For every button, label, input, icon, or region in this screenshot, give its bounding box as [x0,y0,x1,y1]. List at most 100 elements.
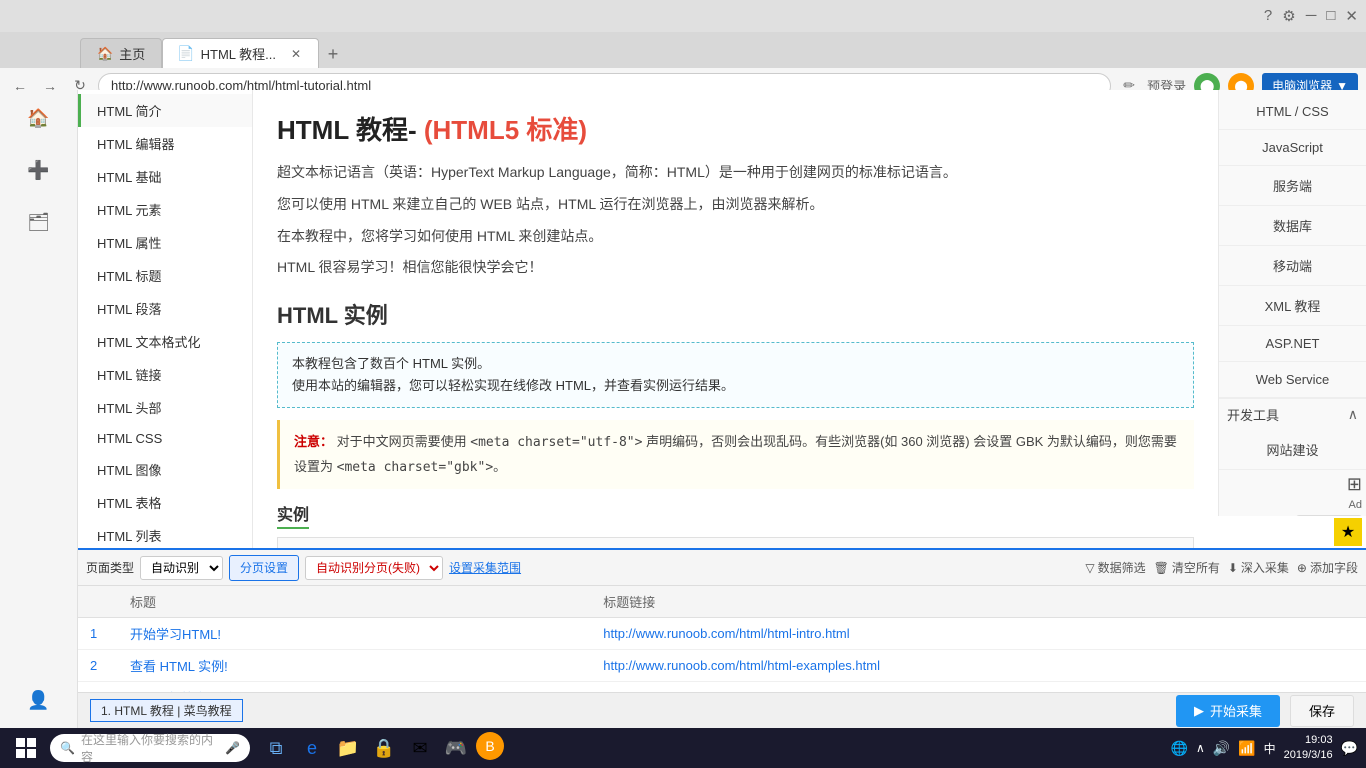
filter-label: 数据筛选 [1098,559,1146,576]
taskbar-app-mail[interactable]: ✉ [404,732,436,764]
notification-icon[interactable]: 💬 [1341,740,1358,757]
taskbar-app-game[interactable]: 🎮 [440,732,472,764]
row-title-1[interactable]: 开始学习HTML! [118,618,591,650]
bottom-panel: 页面类型 自动识别 分页设置 自动识别分页(失败) 设置采集范围 ▽ 数据筛选 … [78,548,1366,728]
expand-icon[interactable]: ∧ [1348,406,1358,423]
tab-active[interactable]: 📄 HTML 教程... ✕ [162,38,319,68]
network-status-icon[interactable]: 📶 [1238,740,1255,757]
nav-item-images[interactable]: HTML 图像 [78,453,252,486]
chevron-up-icon[interactable]: ∧ [1196,741,1205,755]
taskbar: 🔍 在这里输入你要搜索的内容 🎤 ⧉ e 📁 🔒 ✉ 🎮 B 🌐 ∧ 🔊 📶 中… [0,728,1366,768]
footer-tab[interactable]: 1. HTML 教程 | 菜鸟教程 [90,699,243,722]
sidebar-user-icon[interactable]: 👤 [21,682,57,718]
right-nav-server[interactable]: 服务端 [1219,166,1366,206]
desc-para-3: 在本教程中，您将学习如何使用 HTML 来创建站点。 [277,225,1194,249]
sidebar-home-icon[interactable]: 🏠 [21,100,57,136]
col-header-title: 标题 [118,586,591,618]
start-menu-button[interactable] [8,730,44,766]
example-line-1: 本教程包含了数百个 HTML 实例。 [292,353,1179,375]
set-range-link[interactable]: 设置采集范围 [449,559,521,576]
row-link-1[interactable]: http://www.runoob.com/html/html-intro.ht… [591,618,1366,650]
right-nav-devtools[interactable]: 开发工具 [1227,405,1279,424]
star-button[interactable]: ★ [1334,518,1362,546]
filter-button[interactable]: ▽ 数据筛选 [1085,559,1145,576]
footer-bar: 1. HTML 教程 | 菜鸟教程 ▶ 开始采集 保存 [78,692,1366,728]
right-nav-webservice[interactable]: Web Service [1219,362,1366,398]
nav-item-headings[interactable]: HTML 标题 [78,259,252,292]
right-nav-mobile[interactable]: 移动端 [1219,246,1366,286]
taskbar-app-edge[interactable]: e [296,732,328,764]
taskbar-app-browser2[interactable]: B [476,732,504,760]
nav-item-css[interactable]: HTML CSS [78,424,252,453]
network-icon: 🌐 [1171,740,1188,757]
page-settings-button[interactable]: 分页设置 [229,555,299,581]
right-nav-aspnet[interactable]: ASP.NET [1219,326,1366,362]
home-icon: 🏠 [97,46,113,62]
right-nav-xml[interactable]: XML 教程 [1219,286,1366,326]
settings-icon[interactable]: ⚙ [1282,7,1295,25]
add-field-button[interactable]: ⊕ 添加字段 [1297,559,1358,576]
data-table-area: 标题 标题链接 1 开始学习HTML! http://www.runoob.co… [78,586,1366,692]
page-type-label: 页面类型 [86,559,134,576]
sidebar-layers-icon[interactable]: 🗂 [21,204,57,240]
plus-icon: ⊕ [1297,561,1307,575]
tab-home[interactable]: 🏠 主页 [80,38,162,68]
close-icon[interactable]: ✕ [1345,7,1358,25]
tab-close-button[interactable]: ✕ [288,46,304,62]
lang-icon: 中 [1264,740,1276,757]
tab-active-label: HTML 教程... [201,44,276,63]
start-collect-button[interactable]: ▶ 开始采集 [1176,695,1280,727]
new-tab-button[interactable]: + [319,40,347,68]
clear-button[interactable]: 🗑 清空所有 [1154,559,1220,576]
volume-icon[interactable]: 🔊 [1213,740,1230,757]
desc-para-4: HTML 很容易学习！相信您能很快学会它！ [277,256,1194,280]
nav-item-paragraphs[interactable]: HTML 段落 [78,292,252,325]
row-link-3[interactable]: http://www.runoob.com/tags/html-referenc… [591,682,1366,693]
clock-date: 2019/3/16 [1284,748,1333,763]
taskbar-right: 🌐 ∧ 🔊 📶 中 19:03 2019/3/16 💬 [1171,733,1359,764]
nav-item-tables[interactable]: HTML 表格 [78,486,252,519]
taskbar-app-task-view[interactable]: ⧉ [260,732,292,764]
title-highlight: (HTML5 标准) [424,115,587,145]
add-label: Ad [1349,499,1362,511]
taskbar-app-security[interactable]: 🔒 [368,732,400,764]
table-row: 2 查看 HTML 实例! http://www.runoob.com/html… [78,650,1366,682]
maximize-icon[interactable]: □ [1326,7,1335,25]
nav-item-editor[interactable]: HTML 编辑器 [78,127,252,160]
nav-item-text-format[interactable]: HTML 文本格式化 [78,325,252,358]
right-nav-web-build[interactable]: 网站建设 [1219,430,1366,470]
nav-item-lists[interactable]: HTML 列表 [78,519,252,548]
save-button[interactable]: 保存 [1290,695,1354,727]
nav-item-links[interactable]: HTML 链接 [78,358,252,391]
page-title: HTML 教程- (HTML5 标准) [277,110,1194,147]
auto-page-select[interactable]: 自动识别分页(失败) [305,556,443,580]
taskbar-search-box[interactable]: 🔍 在这里输入你要搜索的内容 🎤 [50,734,250,762]
right-nav-js[interactable]: JavaScript [1219,130,1366,166]
play-icon: ▶ [1194,703,1204,719]
minimize-icon[interactable]: ─ [1306,7,1317,25]
row-title-3[interactable]: HTML 标签参考手册 [118,682,591,693]
browser-left-sidebar: 🏠 ➕ 🗂 👤 [0,90,78,728]
title-prefix: HTML 教程- [277,115,424,145]
deep-collect-button[interactable]: ⬇ 深入采集 [1228,559,1289,576]
nav-item-elements[interactable]: HTML 元素 [78,193,252,226]
desc-para-1: 超文本标记语言（英语：HyperText Markup Language，简称：… [277,161,1194,185]
example-box: 本教程包含了数百个 HTML 实例。 使用本站的编辑器，您可以轻松实现在线修改 … [277,342,1194,408]
nav-item-intro[interactable]: HTML 简介 [78,94,252,127]
sidebar-add-icon[interactable]: ➕ [21,152,57,188]
right-nav-html-css[interactable]: HTML / CSS [1219,94,1366,130]
row-num-1: 1 [78,618,118,650]
taskbar-app-explorer[interactable]: 📁 [332,732,364,764]
row-link-2[interactable]: http://www.runoob.com/html/html-examples… [591,650,1366,682]
clear-label: 清空所有 [1172,559,1220,576]
row-title-2[interactable]: 查看 HTML 实例! [118,650,591,682]
help-icon[interactable]: ? [1264,7,1272,25]
nav-item-basics[interactable]: HTML 基础 [78,160,252,193]
example-line-2: 使用本站的编辑器，您可以轻松实现在线修改 HTML，并查看实例运行结果。 [292,375,1179,397]
nav-item-attrs[interactable]: HTML 属性 [78,226,252,259]
mic-icon: 🎤 [225,741,240,755]
nav-item-head[interactable]: HTML 头部 [78,391,252,424]
page-type-select[interactable]: 自动识别 [140,556,223,580]
grid-view-icon[interactable]: ⊞ [1347,474,1362,495]
right-nav-db[interactable]: 数据库 [1219,206,1366,246]
